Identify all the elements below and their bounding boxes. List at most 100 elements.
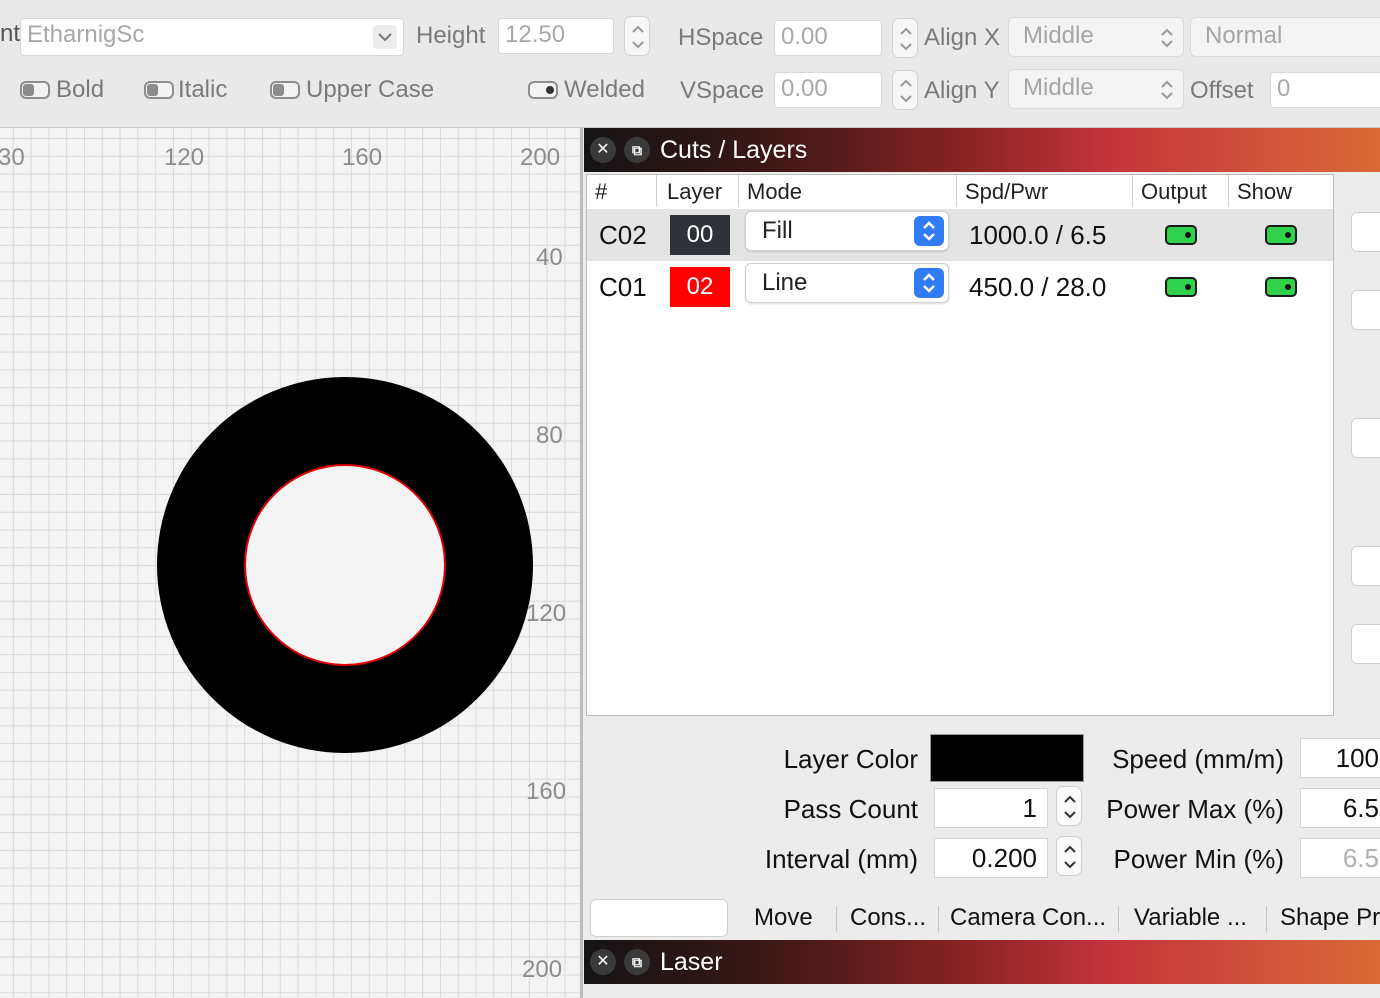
- panel-divider[interactable]: [580, 128, 583, 998]
- output-toggle[interactable]: [1165, 225, 1197, 245]
- column-header[interactable]: #: [587, 175, 657, 207]
- updown-arrows-icon: [1161, 80, 1173, 100]
- power-max-input[interactable]: 6.5: [1300, 788, 1380, 828]
- speed-input[interactable]: 100: [1300, 738, 1380, 778]
- vspace-label: VSpace: [680, 77, 765, 104]
- design-canvas[interactable]: 30 120 160 200 40 80 120 160 200: [0, 128, 580, 998]
- column-header[interactable]: Output: [1133, 175, 1229, 207]
- interval-label: Interval (mm): [764, 844, 918, 874]
- close-icon[interactable]: ✕: [590, 949, 616, 975]
- interval-stepper[interactable]: [1056, 836, 1082, 876]
- mode-select[interactable]: Line: [745, 263, 949, 303]
- show-toggle[interactable]: [1265, 225, 1297, 245]
- updown-arrows-icon: [914, 268, 944, 298]
- power-min-label: Power Min (%): [1113, 844, 1284, 874]
- table-row[interactable]: C02 00 Fill 1000.0 / 6.5: [587, 209, 1333, 261]
- power-min-input: 6.5: [1300, 838, 1380, 878]
- row-number: C01: [599, 272, 647, 302]
- layer-up-button[interactable]: [1351, 212, 1380, 252]
- uppercase-toggle[interactable]: [270, 81, 300, 99]
- row-number: C02: [599, 220, 647, 250]
- font-select[interactable]: EtharnigSc: [20, 18, 404, 56]
- layer-chip[interactable]: 02: [670, 267, 730, 307]
- vspace-stepper[interactable]: [892, 70, 918, 110]
- close-icon[interactable]: ✕: [590, 137, 616, 163]
- bold-label: Bold: [56, 76, 105, 103]
- tab-separator: [836, 906, 837, 932]
- vspace-input[interactable]: 0.00: [774, 72, 882, 108]
- laser-panel-title: Laser: [660, 948, 723, 976]
- bold-toggle[interactable]: [20, 81, 50, 99]
- ring-shape[interactable]: [0, 128, 580, 998]
- updown-arrows-icon: [914, 216, 944, 246]
- aligny-value: Middle: [1023, 74, 1094, 101]
- tab-shape-properties[interactable]: Shape Pr: [1280, 904, 1380, 932]
- layers-table: # Layer Mode Spd/Pwr Output Show C02 00 …: [586, 174, 1334, 716]
- font-label: nt: [0, 20, 21, 47]
- laser-panel-body: [584, 984, 1380, 998]
- speed-power: 1000.0 / 6.5: [969, 220, 1107, 250]
- layer-action-button[interactable]: [1351, 418, 1380, 458]
- alignx-value: Middle: [1023, 22, 1094, 49]
- float-icon[interactable]: ⧉: [624, 949, 650, 975]
- updown-arrows-icon: [1161, 28, 1173, 48]
- tab-separator: [1118, 906, 1119, 932]
- style-value: Normal: [1205, 22, 1283, 49]
- welded-toggle[interactable]: [528, 81, 558, 99]
- tab-separator: [1266, 906, 1267, 932]
- power-max-label: Power Max (%): [1106, 794, 1284, 824]
- cuts-panel-titlebar[interactable]: ✕ ⧉ Cuts / Layers: [584, 128, 1380, 172]
- mode-value: Fill: [762, 217, 793, 244]
- height-stepper[interactable]: [624, 16, 650, 56]
- interval-input[interactable]: 0.200: [934, 838, 1048, 878]
- layer-color-swatch[interactable]: [930, 734, 1084, 782]
- output-toggle[interactable]: [1165, 277, 1197, 297]
- pass-count-stepper[interactable]: [1056, 786, 1082, 826]
- tab-selected-blank[interactable]: [590, 899, 728, 937]
- column-header[interactable]: Show: [1229, 175, 1321, 207]
- tab-move[interactable]: Move: [754, 904, 813, 932]
- layer-action-button[interactable]: [1351, 624, 1380, 664]
- tab-variable-text[interactable]: Variable ...: [1134, 904, 1247, 932]
- hspace-stepper[interactable]: [892, 18, 918, 58]
- italic-label: Italic: [178, 76, 228, 103]
- font-value: EtharnigSc: [27, 21, 145, 48]
- column-header[interactable]: Spd/Pwr: [957, 175, 1133, 207]
- mode-select[interactable]: Fill: [745, 211, 949, 251]
- welded-label: Welded: [564, 76, 645, 103]
- show-toggle[interactable]: [1265, 277, 1297, 297]
- aligny-label: Align Y: [924, 77, 1000, 104]
- alignx-label: Align X: [924, 24, 1001, 51]
- laser-panel-titlebar[interactable]: ✕ ⧉ Laser: [584, 940, 1380, 984]
- layer-chip[interactable]: 00: [670, 215, 730, 255]
- column-header[interactable]: Layer: [659, 175, 739, 207]
- layer-color-label: Layer Color: [783, 744, 918, 774]
- layer-down-button[interactable]: [1351, 290, 1380, 330]
- cuts-panel-title: Cuts / Layers: [660, 136, 808, 164]
- italic-toggle[interactable]: [144, 81, 174, 99]
- text-toolbar: nt EtharnigSc Height 12.50 HSpace 0.00 A…: [0, 0, 1380, 128]
- column-header[interactable]: Mode: [739, 175, 957, 207]
- table-row[interactable]: C01 02 Line 450.0 / 28.0: [587, 261, 1333, 313]
- tab-console[interactable]: Cons...: [850, 904, 926, 932]
- float-icon[interactable]: ⧉: [624, 137, 650, 163]
- alignx-select[interactable]: Middle: [1008, 17, 1184, 57]
- hspace-label: HSpace: [678, 24, 764, 51]
- uppercase-label: Upper Case: [306, 76, 435, 103]
- tab-separator: [938, 906, 939, 932]
- layer-action-button[interactable]: [1351, 546, 1380, 586]
- mode-value: Line: [762, 269, 808, 296]
- height-input[interactable]: 12.50: [498, 18, 614, 54]
- aligny-select[interactable]: Middle: [1008, 69, 1184, 109]
- offset-input[interactable]: 0: [1270, 72, 1380, 108]
- hspace-input[interactable]: 0.00: [774, 20, 882, 56]
- pass-count-label: Pass Count: [783, 794, 918, 824]
- tab-camera-control[interactable]: Camera Con...: [950, 904, 1106, 932]
- offset-label: Offset: [1190, 77, 1254, 104]
- height-label: Height: [416, 22, 486, 49]
- style-select[interactable]: Normal: [1190, 17, 1380, 57]
- speed-power: 450.0 / 28.0: [969, 272, 1107, 302]
- speed-label: Speed (mm/m): [1112, 744, 1284, 774]
- chevron-down-icon: [373, 25, 397, 49]
- pass-count-input[interactable]: 1: [934, 788, 1048, 828]
